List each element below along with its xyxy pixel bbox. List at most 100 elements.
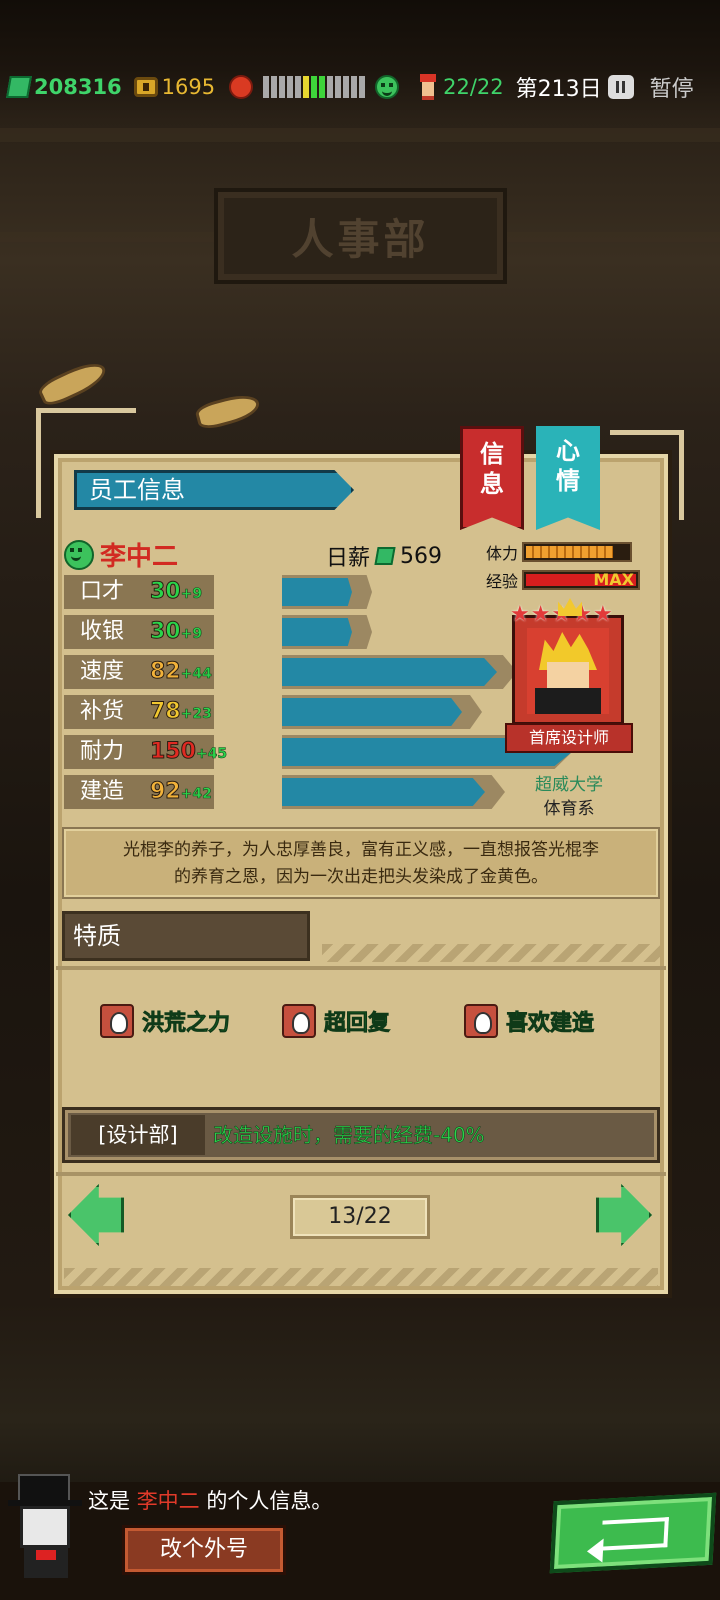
coin-value: 1695 xyxy=(161,75,216,99)
mood-bar-segment xyxy=(319,76,326,98)
divider-zigzag xyxy=(64,1268,658,1286)
wage-value: 569 xyxy=(400,543,443,569)
stat-row: 速度 82+44 xyxy=(64,655,517,691)
stamina-bar xyxy=(522,542,633,562)
mood-bar-segment xyxy=(279,76,286,98)
mood-bar-segment xyxy=(271,76,278,98)
change-nickname-button[interactable]: 改个外号 xyxy=(122,1525,286,1575)
stat-value: 30+9 xyxy=(150,615,203,651)
stat-row: 建造 92+42 xyxy=(64,775,505,809)
narrator-cat-avatar xyxy=(4,1474,88,1578)
trait-name: 洪荒之力 xyxy=(142,1011,231,1037)
department-bonus: [设计部] 改造设施时，需要的经费-40% xyxy=(62,1107,660,1163)
staff-count-display: 22/22 xyxy=(417,74,504,100)
stat-bar-fill xyxy=(282,618,352,646)
pause-label[interactable]: 暂停 xyxy=(650,71,694,103)
ceiling-beam xyxy=(0,128,720,142)
description-line: 的养育之恩，因为一次出走把头发染成了金黄色。 xyxy=(174,867,548,887)
daily-wage: 日薪 569 xyxy=(326,540,442,572)
coin-display: 1695 xyxy=(133,75,216,99)
status-bar: 208316 1695 22/22 第213日 暂停 xyxy=(0,62,720,112)
employee-name-row: 李中二 xyxy=(64,536,178,573)
stat-bonus: +45 xyxy=(195,746,228,763)
mood-bar-segment xyxy=(303,76,310,98)
day-counter: 第213日 xyxy=(515,77,602,102)
angry-face-icon xyxy=(229,75,254,99)
experience-bar: MAX xyxy=(522,570,641,590)
back-button[interactable] xyxy=(549,1492,717,1574)
stat-row: 口才 30+9 xyxy=(64,575,372,611)
trait-item[interactable]: 喜欢建造 xyxy=(464,1004,594,1038)
department-effect: 改造设施时，需要的经费-40% xyxy=(213,1123,485,1148)
money-icon xyxy=(374,547,396,565)
page-indicator: 13/22 xyxy=(290,1195,430,1239)
mood-bar-segment xyxy=(263,76,270,98)
pause-icon[interactable] xyxy=(607,75,634,99)
star-icon: ★ xyxy=(530,602,551,627)
portrait-face xyxy=(547,662,589,688)
staff-count: 22/22 xyxy=(443,75,504,99)
stat-bar-fill xyxy=(282,578,352,606)
employee-mood-icon xyxy=(64,539,94,570)
mood-bar-segment xyxy=(359,76,366,98)
stat-bar-fill xyxy=(282,778,485,806)
mood-bar-segment xyxy=(311,76,318,98)
major: 体育系 xyxy=(543,799,595,819)
department-tag: [设计部] xyxy=(71,1115,205,1155)
stat-base: 30 xyxy=(150,619,182,645)
dialog-prefix: 这是 xyxy=(88,1489,130,1513)
stat-base: 92 xyxy=(150,779,182,805)
mood-bar-segment xyxy=(343,76,350,98)
coin-icon xyxy=(133,77,158,97)
stat-bar-track xyxy=(282,775,505,809)
stat-row: 补货 78+23 xyxy=(64,695,482,729)
stat-row: 耐力 150+45 xyxy=(64,735,572,769)
trait-item[interactable]: 洪荒之力 xyxy=(100,1004,230,1038)
mood-bar-segment xyxy=(351,76,358,98)
stat-bonus: +44 xyxy=(180,666,212,683)
stat-bonus: +42 xyxy=(180,786,212,803)
stat-value: 150+45 xyxy=(150,735,228,771)
money-icon xyxy=(6,76,32,98)
tab-info[interactable]: 信 息 xyxy=(460,426,524,530)
dialog-text: 这是 李中二 的个人信息。 xyxy=(88,1485,332,1515)
description-line: 光棍李的养子，为人忠厚善良，富有正义感，一直想报答光棍李 xyxy=(123,840,599,860)
stat-bonus: +9 xyxy=(180,626,203,643)
stat-bar-fill xyxy=(282,698,462,726)
stat-row: 收银 30+9 xyxy=(64,615,372,651)
mood-bar-segment xyxy=(287,76,294,98)
stat-value: 82+44 xyxy=(150,655,213,691)
trait-item[interactable]: 超回复 xyxy=(282,1004,390,1038)
trait-icon xyxy=(282,1004,316,1038)
employee-portrait xyxy=(512,615,624,725)
stat-base: 78 xyxy=(150,699,182,725)
dialog-employee-name: 李中二 xyxy=(136,1489,200,1513)
trait-icon xyxy=(464,1004,498,1038)
money-display: 208316 xyxy=(6,75,122,99)
trait-icon xyxy=(100,1004,134,1038)
stat-base: 150 xyxy=(150,739,197,765)
employee-name: 李中二 xyxy=(100,542,179,572)
mood-bar-segment xyxy=(327,76,334,98)
koi-fish-ornament xyxy=(35,356,111,410)
dialog-suffix: 的个人信息。 xyxy=(206,1489,333,1513)
stat-bar-fill xyxy=(282,658,497,686)
tab-mood[interactable]: 心 情 xyxy=(536,426,600,530)
stamina-label: 体力 xyxy=(486,544,519,563)
panel-title: 员工信息 xyxy=(74,470,354,510)
game-scene: 208316 1695 22/22 第213日 暂停 人事部 员工信息 信 息 … xyxy=(0,0,720,1600)
portrait-shirt xyxy=(535,688,601,714)
portrait-image xyxy=(527,628,609,714)
mood-bar-segment xyxy=(335,76,342,98)
experience-label: 经验 xyxy=(486,572,519,591)
stat-bar-track xyxy=(282,615,372,649)
divider xyxy=(56,966,666,970)
stamina-meter: 体力 xyxy=(486,540,633,564)
stat-value: 30+9 xyxy=(150,575,203,611)
wage-label: 日薪 xyxy=(326,546,371,571)
divider xyxy=(56,1172,666,1176)
traits-heading: 特质 xyxy=(62,911,310,961)
star-icon: ★ xyxy=(592,602,613,627)
stat-bar-track xyxy=(282,695,482,729)
mood-bar-segment xyxy=(295,76,302,98)
